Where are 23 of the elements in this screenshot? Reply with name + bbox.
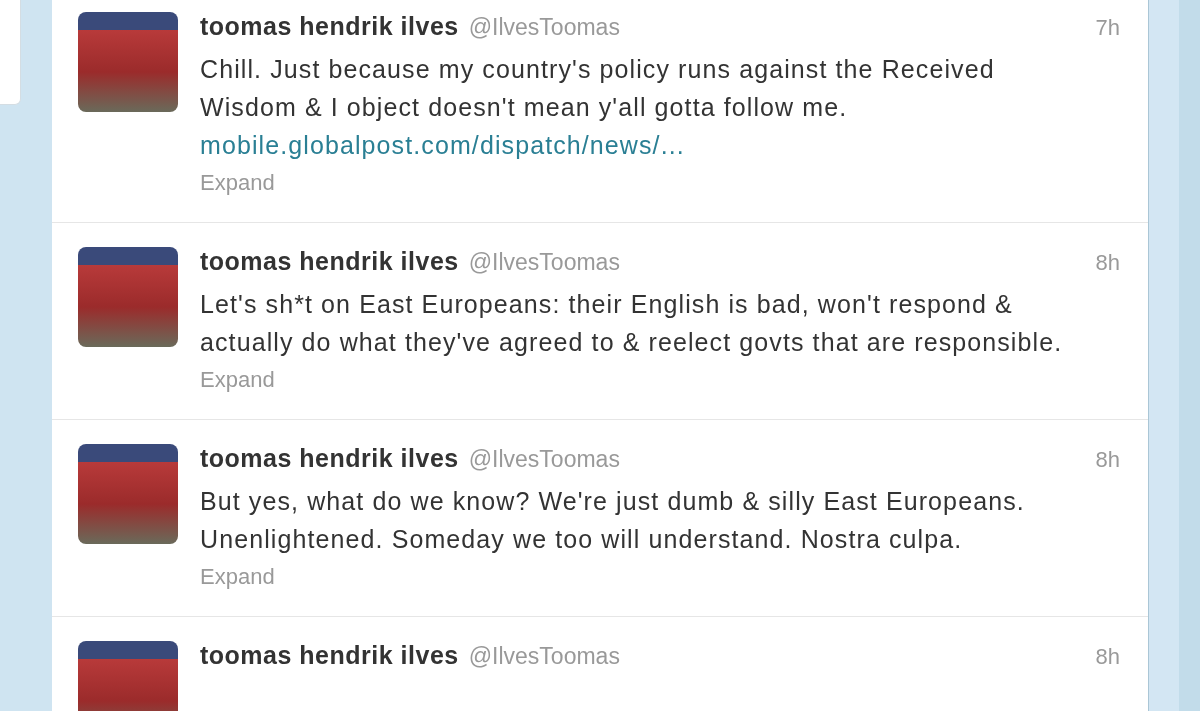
user-handle[interactable]: @IlvesToomas [468, 446, 620, 473]
avatar-photo-placeholder[interactable] [78, 641, 178, 711]
user-name[interactable]: toomas hendrik ilves [200, 247, 459, 276]
user-handle[interactable]: @IlvesToomas [468, 14, 620, 41]
user-name[interactable]: toomas hendrik ilves [200, 641, 459, 670]
user-handle[interactable]: @IlvesToomas [468, 643, 620, 670]
tweet-time[interactable]: 8h [1095, 447, 1120, 473]
tweet-text: Let's sh*t on East Europeans: their English is bad, won't respond & actually do what they've agreed to & reelect govts that are responsible. [200, 289, 1064, 358]
user-handle[interactable]: @IlvesToomas [468, 249, 620, 276]
tweet-time[interactable]: 7h [1095, 15, 1120, 41]
tweet-time[interactable]: 8h [1095, 250, 1120, 276]
user-name[interactable]: toomas hendrik ilves [200, 444, 459, 473]
expand-link[interactable]: Expand [200, 164, 275, 202]
user-name[interactable]: toomas hendrik ilves [200, 12, 459, 41]
expand-link[interactable]: Expand [200, 361, 275, 399]
avatar-photo-placeholder[interactable] [78, 247, 178, 347]
tweet-link[interactable]: mobile.globalpost.com/dispatch/news/... [200, 131, 685, 159]
avatar-photo-placeholder[interactable] [78, 444, 178, 544]
tweet-time[interactable]: 8h [1095, 644, 1120, 670]
tweet-text: But yes, what do we know? We're just dumb & silly East Europeans. Unenlightened. Someday we too will understand. Nostra culpa. [200, 486, 1026, 555]
tweet-text: Chill. Just because my country's policy runs against the Received Wisdom & I object doesn't mean y'all gotta follow me. mobile.globalpost.com/dispatch/news/... [200, 54, 996, 161]
expand-link[interactable]: Expand [200, 558, 275, 596]
avatar-photo-placeholder[interactable] [78, 12, 178, 112]
